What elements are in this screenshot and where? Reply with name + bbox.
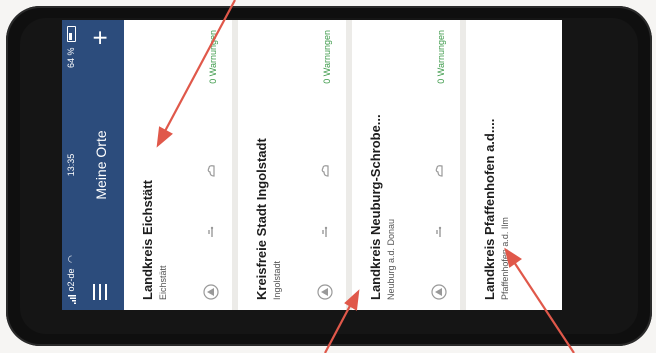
warning-triangle-icon	[431, 284, 447, 300]
place-title: Landkreis Eichstätt	[140, 180, 155, 300]
place-title: Landkreis Pfaffenhofen a.d....	[482, 118, 497, 300]
place-title: Landkreis Neuburg-Schrobe...	[368, 114, 383, 300]
battery-group: 64 %	[62, 26, 80, 68]
place-item-ingolstadt[interactable]: Kreisfreie Stadt Ingolstadt Ingolstadt 0…	[238, 20, 352, 310]
place-item-eichstaett[interactable]: Landkreis Eichstätt Eichstätt 0 Warnunge…	[124, 20, 238, 310]
photo-scene: o2-de ◠ 13:35 64 % Meine Orte + Landkrei…	[0, 0, 656, 353]
place-item-pfaffenhofen[interactable]: Landkreis Pfaffenhofen a.d.... Pfaffenho…	[466, 20, 562, 310]
plus-icon[interactable]: +	[85, 30, 115, 45]
battery-percent: 64 %	[66, 47, 76, 69]
weather-wind-icon	[431, 224, 447, 240]
weather-cloud-icon	[431, 163, 447, 179]
place-subtitle: Pfaffenhofen a.d. Ilm	[500, 217, 510, 300]
warnings-count: 0 Warnungen	[208, 30, 218, 84]
nav-bar: Meine Orte +	[80, 20, 124, 310]
weather-cloud-icon	[203, 163, 219, 179]
battery-icon	[67, 26, 77, 42]
weather-wind-icon	[317, 224, 333, 240]
places-list: Landkreis Eichstätt Eichstätt 0 Warnunge…	[124, 20, 562, 310]
phone-screen: o2-de ◠ 13:35 64 % Meine Orte + Landkrei…	[62, 20, 562, 310]
place-subtitle: Eichstätt	[158, 265, 168, 300]
weather-icons	[430, 123, 448, 300]
place-item-neuburg[interactable]: Landkreis Neuburg-Schrobe... Neuburg a.d…	[352, 20, 466, 310]
status-bar: o2-de ◠ 13:35 64 %	[62, 20, 80, 310]
weather-icons	[316, 123, 334, 300]
weather-wind-icon	[203, 224, 219, 240]
page-title: Meine Orte	[93, 130, 109, 200]
place-subtitle: Ingolstadt	[272, 260, 282, 300]
warning-triangle-icon	[203, 284, 219, 300]
warnings-count: 0 Warnungen	[322, 30, 332, 84]
app-root: o2-de ◠ 13:35 64 % Meine Orte + Landkrei…	[62, 20, 562, 310]
weather-icons	[202, 123, 220, 300]
warnings-count: 0 Warnungen	[436, 30, 446, 84]
place-subtitle: Neuburg a.d. Donau	[386, 218, 396, 300]
warning-triangle-icon	[317, 284, 333, 300]
place-title: Kreisfreie Stadt Ingolstadt	[254, 138, 269, 300]
weather-cloud-icon	[317, 163, 333, 179]
